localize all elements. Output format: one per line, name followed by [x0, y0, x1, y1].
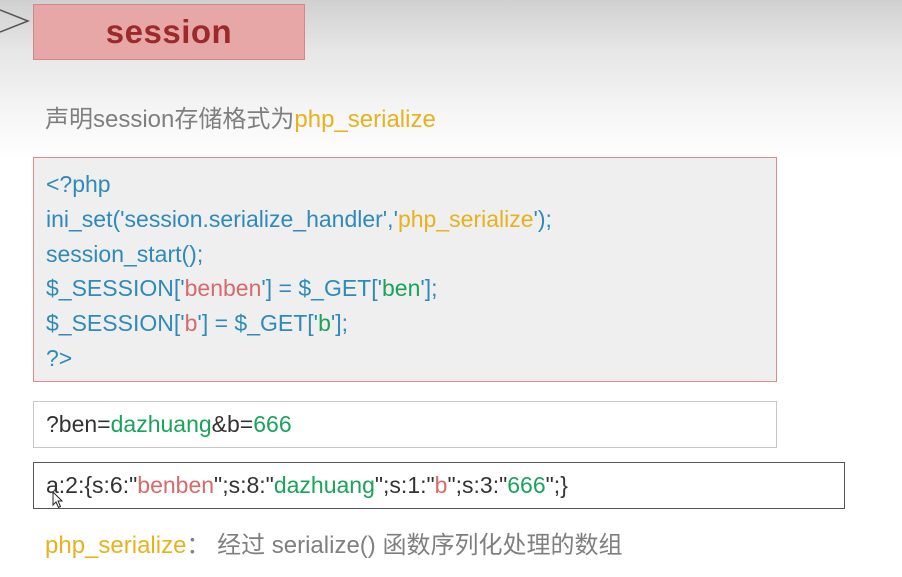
code-line-1: <?php: [46, 167, 776, 202]
query-param: ?ben=: [46, 411, 111, 437]
code-line-6: ?>: [46, 341, 776, 376]
code-string: php_serialize: [397, 205, 534, 232]
query-value: 666: [253, 411, 292, 437]
query-param: &b=: [211, 411, 254, 437]
code-token: <?php: [46, 171, 111, 197]
code-token: ');: [533, 205, 552, 232]
code-string: b: [184, 310, 198, 337]
result-key: benben: [137, 472, 215, 498]
code-token: '] = $_GET[': [261, 275, 383, 302]
slide-arrow-icon: [0, 9, 31, 33]
query-string-box: ?ben= dazhuang &b= 666: [33, 401, 777, 448]
heading-highlight: php_serialize: [294, 106, 436, 133]
footer-separator: ：: [186, 532, 211, 559]
code-block: <?php ini_set('session.serialize_handler…: [33, 157, 777, 382]
code-line-3: session_start();: [46, 237, 776, 272]
result-token: ";s:8:": [214, 472, 274, 498]
code-token: $_SESSION[': [46, 275, 185, 302]
footer-text: 经过 serialize() 函数序列化处理的数组: [217, 532, 623, 559]
code-line-4: $_SESSION['benben'] = $_GET['ben'];: [46, 271, 776, 306]
code-line-2: ini_set('session.serialize_handler','php…: [46, 202, 776, 237]
result-token: ";s:3:": [447, 472, 508, 498]
code-line-5: $_SESSION['b'] = $_GET['b'];: [46, 306, 776, 341]
result-value: 666: [507, 472, 546, 498]
footer-note: php_serialize： 经过 serialize() 函数序列化处理的数组: [45, 525, 622, 560]
code-token: ini_set('session.serialize_handler',': [46, 205, 398, 232]
code-token: '];: [420, 275, 438, 302]
footer-highlight: php_serialize: [45, 532, 187, 559]
result-token: ";}: [545, 472, 568, 498]
section-title-text: session: [105, 13, 233, 50]
code-string: ben: [382, 275, 421, 302]
code-token: '];: [330, 310, 349, 337]
code-token: ?>: [46, 344, 73, 371]
code-token: $_SESSION[': [46, 310, 185, 337]
serialized-result-box: a:2:{s:6:" benben ";s:8:" dazhuang ";s:1:" b "…: [33, 462, 845, 509]
code-token: session_start();: [46, 240, 204, 267]
result-key: b: [434, 472, 448, 498]
result-token: ";s:1:": [374, 472, 435, 498]
heading-prefix: 声明session存储格式为: [45, 106, 295, 133]
code-string: b: [318, 310, 331, 337]
code-string: benben: [184, 275, 262, 302]
code-token: '] = $_GET[': [197, 310, 319, 337]
mouse-pointer-icon: [52, 491, 64, 509]
query-value: dazhuang: [110, 411, 212, 437]
result-value: dazhuang: [273, 472, 375, 498]
heading: 声明session存储格式为php_serialize: [45, 99, 436, 134]
section-title: session: [33, 4, 305, 60]
